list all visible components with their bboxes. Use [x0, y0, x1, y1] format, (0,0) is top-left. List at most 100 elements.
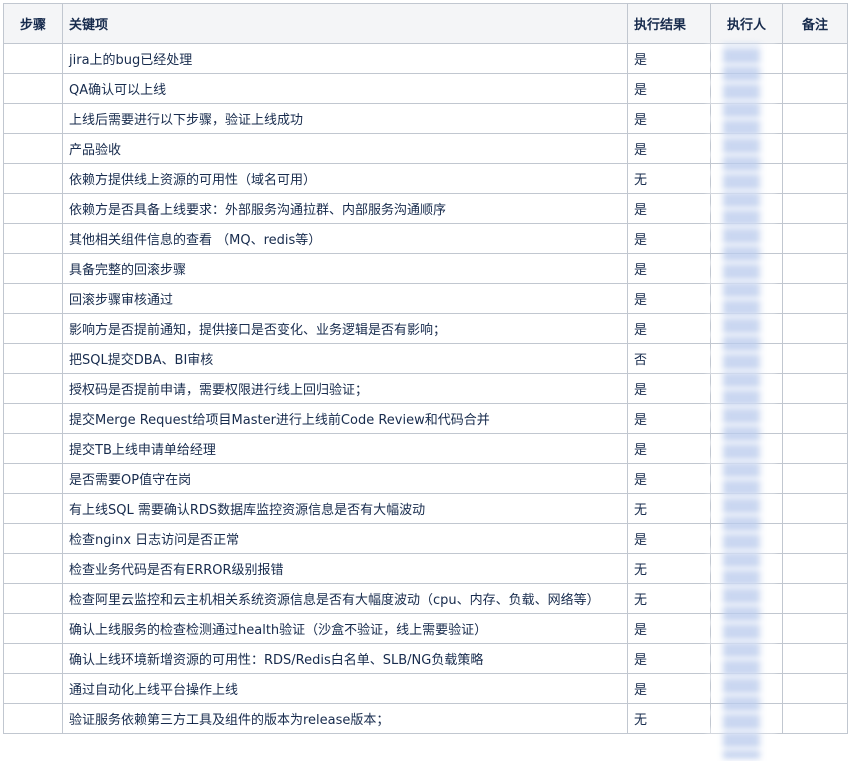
row-result-cell[interactable]: 是 [627, 223, 711, 254]
row-step-cell[interactable] [3, 673, 63, 704]
row-executor-cell[interactable] [710, 703, 783, 734]
row-note-cell[interactable] [782, 133, 848, 164]
row-executor-cell[interactable] [710, 433, 783, 464]
row-step-cell[interactable] [3, 643, 63, 674]
row-note-cell[interactable] [782, 373, 848, 404]
row-note-cell[interactable] [782, 313, 848, 344]
row-step-cell[interactable] [3, 103, 63, 134]
row-note-cell[interactable] [782, 553, 848, 584]
row-note-cell[interactable] [782, 253, 848, 284]
row-executor-cell[interactable] [710, 523, 783, 554]
row-step-cell[interactable] [3, 523, 63, 554]
row-executor-cell[interactable] [710, 553, 783, 584]
row-item-cell: 提交Merge Request给项目Master进行上线前Code Review… [62, 403, 628, 434]
row-item-cell: 是否需要OP值守在岗 [62, 463, 628, 494]
row-result-cell[interactable]: 是 [627, 523, 711, 554]
row-executor-cell[interactable] [710, 463, 783, 494]
row-executor-cell[interactable] [710, 373, 783, 404]
row-step-cell[interactable] [3, 253, 63, 284]
row-step-cell[interactable] [3, 373, 63, 404]
row-note-cell[interactable] [782, 463, 848, 494]
header-executor: 执行人 [710, 3, 783, 44]
row-result-cell[interactable]: 是 [627, 613, 711, 644]
row-executor-cell[interactable] [710, 73, 783, 104]
row-note-cell[interactable] [782, 613, 848, 644]
row-note-cell[interactable] [782, 643, 848, 674]
row-note-cell[interactable] [782, 193, 848, 224]
row-step-cell[interactable] [3, 433, 63, 464]
row-note-cell[interactable] [782, 103, 848, 134]
row-step-cell[interactable] [3, 493, 63, 524]
row-note-cell[interactable] [782, 73, 848, 104]
row-executor-cell[interactable] [710, 613, 783, 644]
row-note-cell[interactable] [782, 583, 848, 614]
row-executor-cell[interactable] [710, 403, 783, 434]
row-executor-cell[interactable] [710, 643, 783, 674]
row-result-cell[interactable]: 是 [627, 283, 711, 314]
row-step-cell[interactable] [3, 133, 63, 164]
row-note-cell[interactable] [782, 43, 848, 74]
row-step-cell[interactable] [3, 283, 63, 314]
row-result-cell[interactable]: 是 [627, 193, 711, 224]
row-result-cell[interactable]: 是 [627, 103, 711, 134]
row-executor-cell[interactable] [710, 133, 783, 164]
row-note-cell[interactable] [782, 163, 848, 194]
row-executor-cell[interactable] [710, 583, 783, 614]
row-step-cell[interactable] [3, 163, 63, 194]
row-executor-cell[interactable] [710, 193, 783, 224]
row-executor-cell[interactable] [710, 253, 783, 284]
row-note-cell[interactable] [782, 343, 848, 374]
row-step-cell[interactable] [3, 553, 63, 584]
row-result-cell[interactable]: 是 [627, 43, 711, 74]
row-executor-cell[interactable] [710, 673, 783, 704]
row-result-cell[interactable]: 无 [627, 703, 711, 734]
row-note-cell[interactable] [782, 433, 848, 464]
row-result-cell[interactable]: 是 [627, 253, 711, 284]
row-step-cell[interactable] [3, 403, 63, 434]
row-step-cell[interactable] [3, 343, 63, 374]
row-executor-cell[interactable] [710, 43, 783, 74]
row-step-cell[interactable] [3, 73, 63, 104]
row-result-cell[interactable]: 无 [627, 493, 711, 524]
row-result-cell[interactable]: 否 [627, 343, 711, 374]
row-step-cell[interactable] [3, 313, 63, 344]
row-step-cell[interactable] [3, 223, 63, 254]
row-step-cell[interactable] [3, 613, 63, 644]
row-executor-cell[interactable] [710, 493, 783, 524]
row-step-cell[interactable] [3, 703, 63, 734]
table-row: 其他相关组件信息的查看 （MQ、redis等）是 [3, 223, 848, 254]
row-item-cell: 依赖方提供线上资源的可用性（域名可用） [62, 163, 628, 194]
row-result-cell[interactable]: 是 [627, 73, 711, 104]
row-executor-cell[interactable] [710, 343, 783, 374]
row-note-cell[interactable] [782, 523, 848, 554]
row-note-cell[interactable] [782, 493, 848, 524]
row-result-cell[interactable]: 无 [627, 583, 711, 614]
row-result-cell[interactable]: 是 [627, 373, 711, 404]
row-result-cell[interactable]: 是 [627, 133, 711, 164]
row-note-cell[interactable] [782, 673, 848, 704]
row-result-cell[interactable]: 无 [627, 163, 711, 194]
row-item-cell: 通过自动化上线平台操作上线 [62, 673, 628, 704]
row-note-cell[interactable] [782, 403, 848, 434]
row-executor-cell[interactable] [710, 283, 783, 314]
row-result-cell[interactable]: 是 [627, 643, 711, 674]
row-step-cell[interactable] [3, 43, 63, 74]
row-step-cell[interactable] [3, 463, 63, 494]
row-executor-cell[interactable] [710, 223, 783, 254]
row-result-cell[interactable]: 是 [627, 313, 711, 344]
row-executor-cell[interactable] [710, 163, 783, 194]
row-result-cell[interactable]: 是 [627, 433, 711, 464]
row-result-cell[interactable]: 是 [627, 403, 711, 434]
row-result-cell[interactable]: 是 [627, 463, 711, 494]
row-step-cell[interactable] [3, 193, 63, 224]
row-note-cell[interactable] [782, 223, 848, 254]
row-item-cell: 回滚步骤审核通过 [62, 283, 628, 314]
row-result-cell[interactable]: 无 [627, 553, 711, 584]
row-note-cell[interactable] [782, 283, 848, 314]
row-note-cell[interactable] [782, 703, 848, 734]
row-executor-cell[interactable] [710, 103, 783, 134]
row-result-cell[interactable]: 是 [627, 673, 711, 704]
row-item-cell: 上线后需要进行以下步骤，验证上线成功 [62, 103, 628, 134]
row-step-cell[interactable] [3, 583, 63, 614]
row-executor-cell[interactable] [710, 313, 783, 344]
